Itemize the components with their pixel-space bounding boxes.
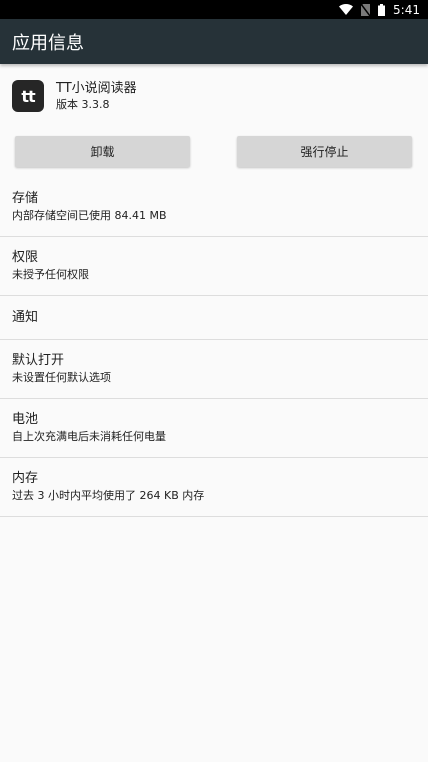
list-item-title: 通知: [12, 309, 39, 325]
uninstall-button[interactable]: 卸载: [15, 136, 190, 167]
app-logo-text: tt: [21, 86, 35, 106]
force-stop-button[interactable]: 强行停止: [237, 136, 412, 167]
list-item-notifications[interactable]: 通知: [0, 296, 428, 340]
list-item-memory[interactable]: 内存 过去 3 小时内平均使用了 264 KB 内存: [0, 458, 428, 517]
battery-icon: [378, 3, 386, 16]
app-logo-icon: tt: [12, 80, 44, 112]
list-item-subtitle: 过去 3 小时内平均使用了 264 KB 内存: [12, 489, 205, 502]
page-title: 应用信息: [12, 32, 84, 54]
app-version: 版本 3.3.8: [56, 97, 110, 111]
app-bar: 应用信息: [0, 19, 428, 64]
status-time: 5:41: [393, 2, 420, 17]
list-item-storage[interactable]: 存储 内部存储空间已使用 84.41 MB: [0, 178, 428, 237]
list-item-title: 内存: [12, 471, 39, 486]
list-item-battery[interactable]: 电池 自上次充满电后未消耗任何电量: [0, 399, 428, 458]
no-sim-icon: [361, 3, 371, 16]
list-item-title: 存储: [12, 191, 39, 206]
settings-list: 存储 内部存储空间已使用 84.41 MB 权限 未授予任何权限 通知 默认打开…: [0, 178, 428, 517]
list-item-subtitle: 未授予任何权限: [12, 268, 89, 281]
app-meta: TT小说阅读器 版本 3.3.8: [56, 81, 137, 112]
list-item-title: 权限: [12, 250, 39, 265]
app-header: tt TT小说阅读器 版本 3.3.8: [12, 79, 137, 113]
list-item-subtitle: 内部存储空间已使用 84.41 MB: [12, 209, 167, 222]
list-item-title: 电池: [12, 412, 39, 427]
list-item-open-by-default[interactable]: 默认打开 未设置任何默认选项: [0, 340, 428, 399]
status-bar: 5:41: [0, 0, 428, 19]
list-item-subtitle: 自上次充满电后未消耗任何电量: [12, 430, 166, 443]
list-item-permissions[interactable]: 权限 未授予任何权限: [0, 237, 428, 296]
list-item-subtitle: 未设置任何默认选项: [12, 371, 111, 384]
app-name: TT小说阅读器: [56, 80, 137, 96]
wifi-icon: [339, 4, 354, 15]
list-item-title: 默认打开: [12, 353, 65, 368]
